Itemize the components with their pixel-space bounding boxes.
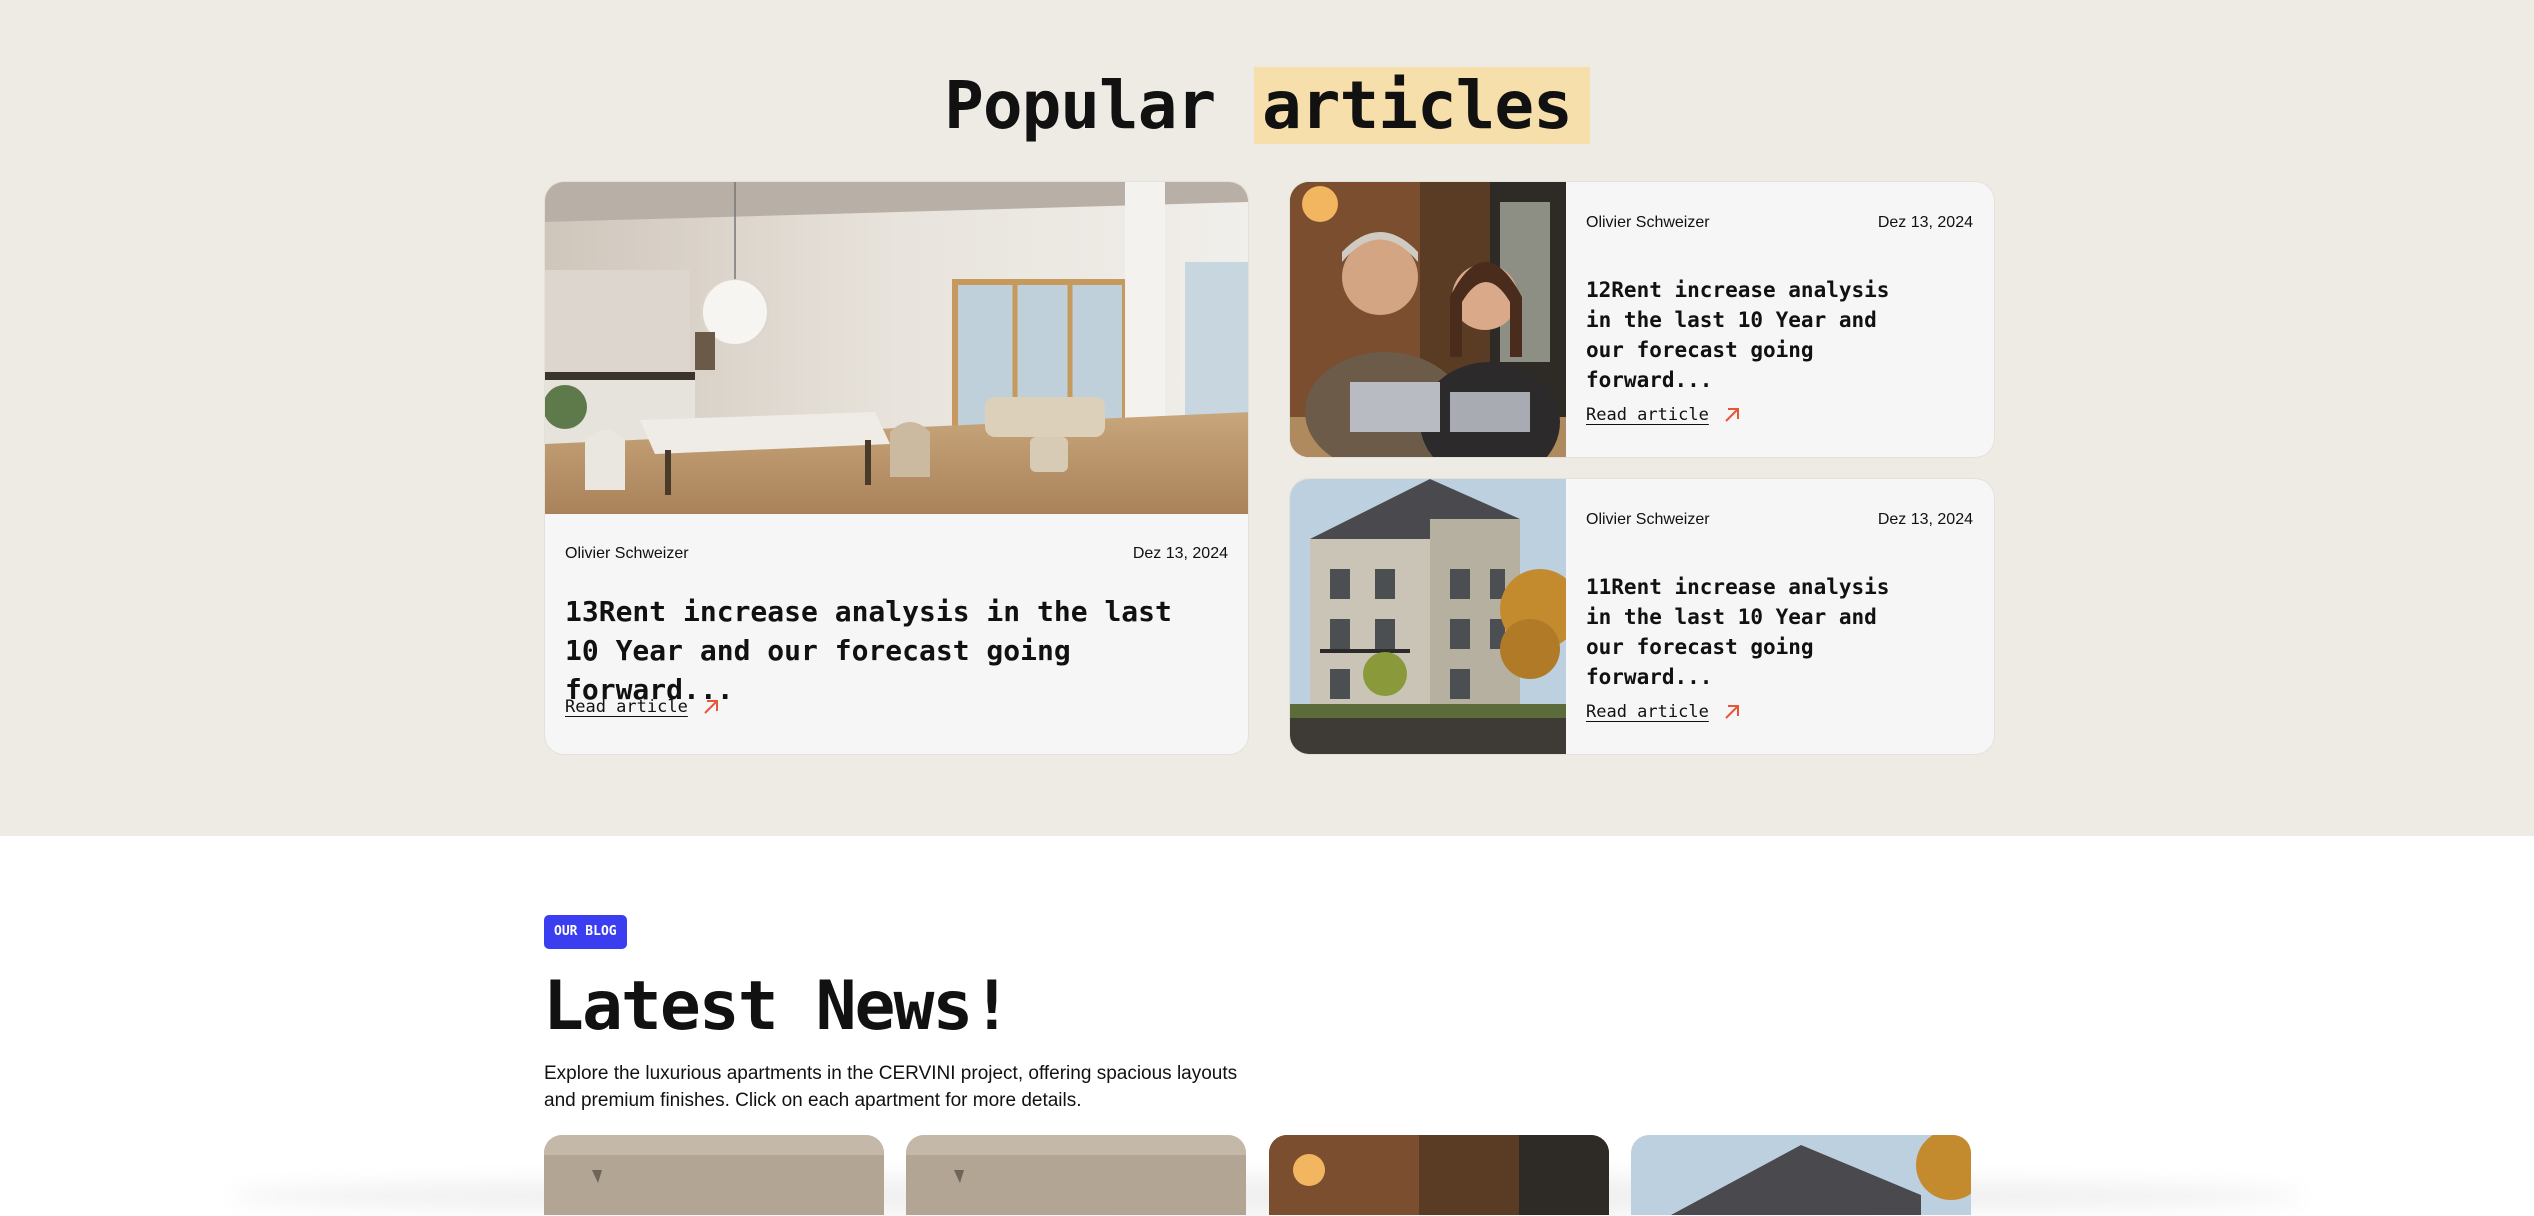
read-article-link[interactable]: Read article bbox=[1586, 701, 1741, 723]
arrow-up-right-icon bbox=[704, 700, 718, 714]
latest-news-heading: Latest News! bbox=[543, 967, 1012, 1046]
read-article-label: Read article bbox=[1586, 702, 1709, 722]
article-author: Olivier Schweizer bbox=[1586, 214, 1710, 231]
article-date: Dez 13, 2024 bbox=[1877, 511, 1973, 528]
article-author: Olivier Schweizer bbox=[1586, 511, 1710, 528]
arrow-up-right-icon bbox=[1725, 408, 1739, 422]
news-card[interactable] bbox=[906, 1135, 1246, 1215]
article-author: Olivier Schweizer bbox=[565, 545, 689, 562]
interior-photo bbox=[545, 182, 1248, 514]
read-article-link[interactable]: Read article bbox=[1586, 404, 1741, 426]
interior-photo bbox=[544, 1135, 884, 1215]
article-date: Dez 13, 2024 bbox=[1877, 214, 1973, 231]
article-title[interactable]: 12Rent increase analysis in the last 10 … bbox=[1586, 275, 1926, 395]
article-image bbox=[1290, 182, 1566, 457]
article-title[interactable]: 13Rent increase analysis in the last 10 … bbox=[565, 592, 1185, 709]
apartment-building-exterior-photo bbox=[1290, 479, 1566, 754]
popular-articles-section: Popular articles Olivier Schweizer Dez 1… bbox=[0, 0, 2534, 836]
our-blog-badge: OUR BLOG bbox=[544, 915, 627, 949]
article-image bbox=[545, 182, 1248, 514]
latest-news-description: Explore the luxurious apartments in the … bbox=[544, 1063, 1238, 1111]
article-title[interactable]: 11Rent increase analysis in the last 10 … bbox=[1586, 572, 1926, 692]
news-card[interactable] bbox=[1631, 1135, 1971, 1215]
read-article-label: Read article bbox=[1586, 405, 1709, 425]
news-card[interactable] bbox=[544, 1135, 884, 1215]
heading-highlighted-word: articles bbox=[1254, 67, 1590, 144]
article-card-featured[interactable]: Olivier Schweizer Dez 13, 2024 13Rent in… bbox=[544, 181, 1249, 755]
article-date: Dez 13, 2024 bbox=[1132, 545, 1228, 562]
article-image bbox=[1290, 479, 1566, 754]
couple-with-laptops-photo bbox=[1290, 182, 1566, 457]
news-cards-shadow bbox=[230, 1176, 2304, 1216]
read-article-label: Read article bbox=[565, 697, 688, 717]
heading-word: Popular bbox=[944, 67, 1216, 144]
couple-with-laptops-photo bbox=[1269, 1135, 1609, 1215]
arrow-up-right-icon bbox=[1725, 705, 1739, 719]
read-article-link[interactable]: Read article bbox=[565, 696, 720, 718]
interior-photo bbox=[906, 1135, 1246, 1215]
article-card[interactable]: Olivier Schweizer Dez 13, 2024 12Rent in… bbox=[1289, 181, 1995, 458]
popular-articles-heading: Popular articles bbox=[0, 60, 2534, 152]
apartment-building-exterior-photo bbox=[1631, 1135, 1971, 1215]
news-card[interactable] bbox=[1269, 1135, 1609, 1215]
article-card[interactable]: Olivier Schweizer Dez 13, 2024 11Rent in… bbox=[1289, 478, 1995, 755]
